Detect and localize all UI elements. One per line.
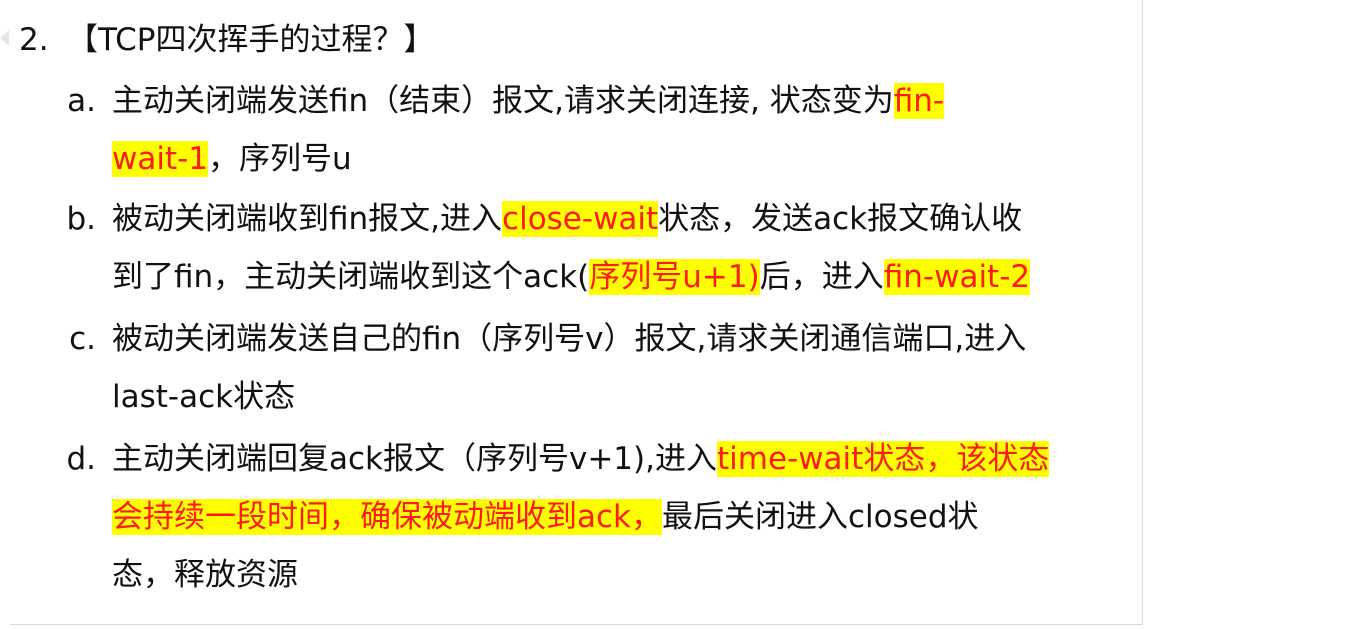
list-item-line: 主动关闭端回复ack报文（序列号v+1),进入time-wait状态，该状态 — [112, 430, 1050, 488]
highlighted-term: 会持续一段时间，确保被动端收到ack， — [112, 499, 662, 535]
list-item-line: 到了fin，主动关闭端收到这个ack(序列号u+1)后，进入fin-wait-2 — [112, 248, 1031, 306]
item-text: 最后关闭进入closed状 — [662, 499, 979, 535]
item-text: 到了fin，主动关闭端收到这个ack — [112, 259, 578, 295]
list-item-line: last-ack状态 — [112, 368, 295, 426]
item-text: 被动关闭端收到fin报文,进入 — [112, 201, 503, 237]
highlighted-term: fin-wait-2 — [883, 259, 1031, 295]
list-item-line: wait-1，序列号u — [112, 130, 352, 188]
list-item-line: 态，释放资源 — [112, 546, 298, 604]
highlighted-term: wait-1 — [112, 141, 209, 177]
highlighted-term: close-wait — [502, 201, 659, 237]
list-item-line: 被动关闭端收到fin报文,进入close-wait状态，发送ack报文确认收 — [112, 190, 1022, 248]
item-text: ，序列号u — [208, 141, 352, 177]
heading-title: 【TCP四次挥手的过程？】 — [67, 22, 435, 58]
item-text: last-ack状态 — [112, 379, 296, 415]
list-marker: b. — [66, 201, 96, 237]
highlighted-term: fin- — [893, 83, 945, 119]
collapse-arrow-icon[interactable] — [0, 30, 9, 46]
item-text: 主动关闭端回复ack报文（序列号v+1),进入 — [112, 441, 717, 477]
item-text: 被动关闭端发送自己的fin（序列号v）报文,请求关闭通信端口,进入 — [112, 321, 1027, 357]
paren: ( — [577, 259, 590, 295]
list-marker: c. — [69, 321, 96, 357]
list-item-line: 被动关闭端发送自己的fin（序列号v）报文,请求关闭通信端口,进入 — [112, 310, 1026, 368]
list-item-line: 主动关闭端发送fin（结束）报文,请求关闭连接, 状态变为fin- — [112, 72, 945, 130]
list-marker: a. — [67, 83, 96, 119]
item-text: 主动关闭端发送fin（结束）报文,请求关闭连接, 状态变为 — [112, 83, 894, 119]
list-marker: d. — [66, 441, 96, 477]
highlighted-term: time-wait状态，该状态 — [716, 441, 1050, 477]
section-heading: 2. 【TCP四次挥手的过程？】 — [19, 18, 434, 62]
item-text: 态，释放资源 — [112, 557, 298, 593]
list-item-line: 会持续一段时间，确保被动端收到ack，最后关闭进入closed状 — [112, 488, 979, 546]
item-text: 状态，发送ack报文确认收 — [658, 201, 1023, 237]
highlighted-term: 序列号u+1) — [589, 259, 760, 295]
heading-number: 2. — [19, 22, 49, 58]
item-text: 后，进入 — [759, 259, 884, 295]
